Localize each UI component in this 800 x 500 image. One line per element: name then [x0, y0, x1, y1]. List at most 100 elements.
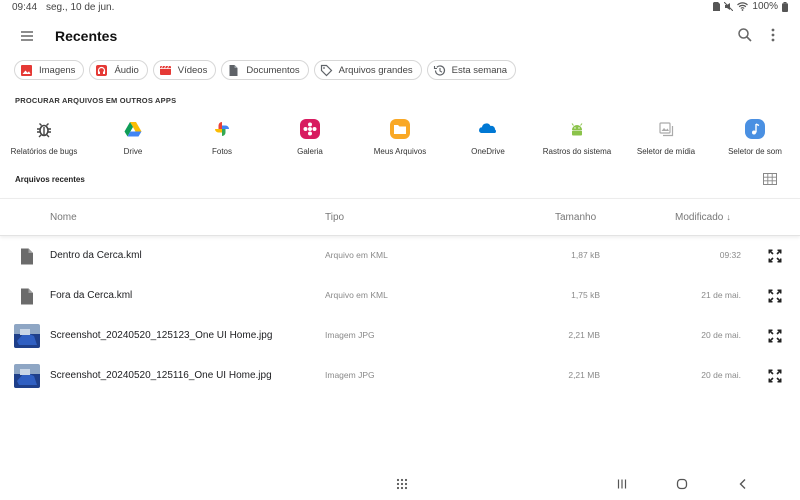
- chip-esta-semana[interactable]: Esta semana: [426, 60, 517, 80]
- app-seletor-de-midia[interactable]: Seletor de mídia: [626, 116, 706, 160]
- app-label: Galeria: [297, 147, 323, 156]
- app-rastros-do-sistema[interactable]: Rastros do sistema: [537, 116, 617, 160]
- google-drive-icon: [124, 122, 142, 137]
- file-icon: [21, 288, 33, 305]
- app-bar: Recentes: [0, 18, 800, 54]
- file-size: 1,87 kB: [571, 250, 600, 260]
- app-drive[interactable]: Drive: [93, 116, 173, 160]
- recent-files-heading: Arquivos recentes: [15, 175, 85, 184]
- tag-icon: [320, 64, 333, 76]
- home-icon[interactable]: [676, 478, 688, 490]
- status-time: 09:44: [12, 2, 38, 13]
- document-icon: [229, 64, 238, 76]
- column-header-type[interactable]: Tipo: [325, 212, 344, 223]
- status-bar: 09:44 seg., 10 de jun. 100%: [0, 0, 800, 16]
- image-icon: [21, 64, 32, 76]
- chip-label: Arquivos grandes: [338, 64, 413, 76]
- chip-label: Documentos: [246, 64, 300, 76]
- file-type: Arquivo em KML: [325, 250, 388, 260]
- mute-icon: [724, 2, 734, 11]
- fullscreen-icon[interactable]: [767, 368, 783, 384]
- table-row[interactable]: Screenshot_20240520_125116_One UI Home.j…: [0, 356, 800, 396]
- recents-icon[interactable]: [616, 478, 628, 490]
- file-modified: 21 de mai.: [701, 290, 741, 300]
- chip-label: Imagens: [39, 64, 76, 76]
- app-meus-arquivos[interactable]: Meus Arquivos: [360, 116, 440, 160]
- history-icon: [433, 64, 445, 76]
- app-label: Seletor de som: [728, 147, 782, 156]
- file-list: Dentro da Cerca.kml Arquivo em KML 1,87 …: [0, 236, 800, 396]
- battery-icon: [782, 1, 788, 12]
- file-size: 2,21 MB: [568, 330, 600, 340]
- fullscreen-icon[interactable]: [767, 288, 783, 304]
- onedrive-icon: [479, 123, 497, 133]
- file-type: Arquivo em KML: [325, 290, 388, 300]
- wifi-icon: [737, 2, 749, 11]
- file-modified: 20 de mai.: [701, 370, 741, 380]
- video-icon: [159, 65, 171, 75]
- media-picker-icon: [659, 122, 674, 137]
- app-label: Meus Arquivos: [373, 147, 427, 156]
- app-label: Relatórios de bugs: [10, 147, 78, 156]
- chip-arquivos-grandes[interactable]: Arquivos grandes: [313, 60, 422, 80]
- app-label: Rastros do sistema: [542, 147, 612, 156]
- chip-label: Esta semana: [451, 64, 508, 76]
- chip-imagens[interactable]: Imagens: [14, 60, 85, 80]
- search-icon[interactable]: [736, 26, 754, 44]
- file-modified: 09:32: [719, 250, 741, 260]
- android-icon: [571, 123, 583, 136]
- file-icon: [21, 248, 33, 265]
- file-type: Imagem JPG: [325, 370, 375, 380]
- sim-icon: [713, 2, 721, 11]
- chip-audio[interactable]: Áudio: [89, 60, 148, 80]
- chip-documentos[interactable]: Documentos: [221, 60, 309, 80]
- app-fotos[interactable]: Fotos: [182, 116, 262, 160]
- more-vert-icon[interactable]: [764, 26, 782, 44]
- app-label: Drive: [123, 147, 143, 156]
- app-label: Seletor de mídia: [636, 147, 696, 156]
- table-row[interactable]: Fora da Cerca.kml Arquivo em KML 1,75 kB…: [0, 276, 800, 316]
- app-bug-reports[interactable]: Relatórios de bugs: [4, 116, 84, 160]
- file-size: 2,21 MB: [568, 370, 600, 380]
- file-name: Screenshot_20240520_125123_One UI Home.j…: [50, 330, 273, 341]
- table-row[interactable]: Dentro da Cerca.kml Arquivo em KML 1,87 …: [0, 236, 800, 276]
- column-header-size[interactable]: Tamanho: [555, 212, 596, 223]
- image-thumbnail: [14, 364, 40, 388]
- app-label: Fotos: [211, 147, 232, 156]
- fullscreen-icon[interactable]: [767, 328, 783, 344]
- chip-label: Áudio: [114, 64, 139, 76]
- file-name: Dentro da Cerca.kml: [50, 250, 142, 261]
- app-drawer-icon[interactable]: [396, 478, 408, 490]
- gallery-icon: [300, 119, 320, 139]
- table-header: Nome Tipo Tamanho Modificado ↓: [0, 198, 800, 236]
- fullscreen-icon[interactable]: [767, 248, 783, 264]
- menu-icon[interactable]: [18, 26, 38, 46]
- navigation-bar: [0, 472, 800, 500]
- chip-videos[interactable]: Vídeos: [152, 60, 217, 80]
- page-title: Recentes: [55, 28, 118, 44]
- filter-chips: Imagens Áudio Vídeos Documentos Arquivos…: [14, 60, 517, 80]
- audio-icon: [96, 64, 108, 76]
- app-onedrive[interactable]: OneDrive: [448, 116, 528, 160]
- image-thumbnail: [14, 324, 40, 348]
- column-header-modified-label: Modificado: [675, 212, 724, 223]
- status-date: seg., 10 de jun.: [46, 2, 115, 13]
- table-row[interactable]: Screenshot_20240520_125123_One UI Home.j…: [0, 316, 800, 356]
- battery-percent: 100%: [752, 1, 778, 12]
- grid-view-icon[interactable]: [763, 173, 777, 185]
- back-icon[interactable]: [737, 478, 749, 490]
- chip-label: Vídeos: [177, 64, 208, 76]
- other-apps-row: Relatórios de bugs Drive Fotos Galeria M…: [0, 116, 800, 160]
- file-type: Imagem JPG: [325, 330, 375, 340]
- folder-icon: [390, 119, 410, 139]
- file-name: Fora da Cerca.kml: [50, 290, 133, 301]
- file-modified: 20 de mai.: [701, 330, 741, 340]
- app-galeria[interactable]: Galeria: [270, 116, 350, 160]
- google-photos-icon: [215, 122, 229, 136]
- app-seletor-de-som[interactable]: Seletor de som: [715, 116, 795, 160]
- file-size: 1,75 kB: [571, 290, 600, 300]
- file-name: Screenshot_20240520_125116_One UI Home.j…: [50, 370, 272, 381]
- arrow-down-icon: ↓: [726, 212, 731, 222]
- column-header-name[interactable]: Nome: [50, 212, 77, 223]
- column-header-modified[interactable]: Modificado ↓: [675, 212, 731, 223]
